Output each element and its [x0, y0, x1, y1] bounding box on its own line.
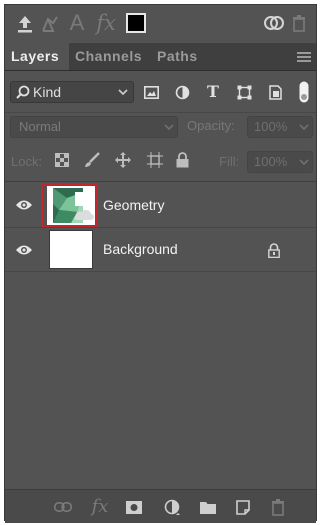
- tab-bar: Layers Channels Paths: [5, 43, 316, 71]
- color-swatch-icon[interactable]: [126, 13, 146, 33]
- layer-name-background[interactable]: Background: [103, 228, 178, 271]
- tab-paths[interactable]: Paths: [157, 43, 198, 70]
- lock-all-icon[interactable]: [173, 150, 191, 170]
- filter-row: Kind T: [5, 71, 316, 111]
- type-tool-icon[interactable]: A: [67, 10, 87, 35]
- blend-mode-value: Normal: [19, 119, 61, 134]
- divider: [5, 112, 316, 113]
- fill-field[interactable]: 100%: [247, 151, 313, 173]
- panel-menu-icon[interactable]: [297, 50, 311, 64]
- opacity-label: Opacity:: [187, 118, 235, 133]
- top-toolbar: A fx: [5, 5, 316, 43]
- upload-icon[interactable]: [15, 14, 35, 34]
- geometry-thumbnail-image: [47, 186, 94, 225]
- divider: [5, 181, 316, 182]
- smart-object-filter-icon[interactable]: [266, 83, 284, 101]
- filter-toggle-icon[interactable]: [297, 80, 311, 104]
- blend-mode-select[interactable]: Normal: [10, 116, 178, 138]
- chevron-down-icon: [298, 156, 310, 168]
- fill-value: 100%: [254, 154, 288, 169]
- fx-icon[interactable]: fx: [93, 10, 119, 36]
- lock-icon[interactable]: [267, 241, 281, 259]
- adjustment-filter-icon[interactable]: [173, 83, 191, 101]
- divider: [5, 271, 316, 272]
- eye-icon[interactable]: [14, 197, 34, 213]
- fill-label: Fill:: [219, 154, 240, 169]
- search-icon: [16, 85, 30, 99]
- tab-layers[interactable]: Layers: [5, 43, 69, 70]
- adjustment-layer-icon[interactable]: [162, 497, 182, 517]
- fx-icon[interactable]: fx: [89, 495, 111, 517]
- lock-position-icon[interactable]: [113, 150, 133, 170]
- lock-artboard-icon[interactable]: [145, 150, 165, 170]
- lock-transparent-pixels-icon[interactable]: [53, 151, 71, 169]
- kind-label: Kind: [33, 84, 62, 100]
- lock-label: Lock:: [11, 154, 43, 169]
- type-filter-icon[interactable]: T: [204, 81, 222, 101]
- layer-row-background[interactable]: Background: [5, 228, 316, 271]
- add-mask-icon[interactable]: [124, 498, 144, 516]
- layer-row-geometry[interactable]: Geometry: [5, 183, 316, 228]
- opacity-field[interactable]: 100%: [247, 116, 313, 138]
- chevron-down-icon: [298, 121, 310, 133]
- folder-icon[interactable]: [198, 498, 218, 516]
- link-icon[interactable]: [53, 498, 73, 516]
- layer-thumbnail[interactable]: [47, 186, 95, 225]
- chevron-down-icon: [117, 86, 129, 98]
- eye-icon[interactable]: [14, 242, 34, 258]
- trash-icon[interactable]: [291, 13, 307, 33]
- layer-name-geometry[interactable]: Geometry: [103, 184, 164, 227]
- kind-filter-select[interactable]: Kind: [10, 81, 134, 103]
- lock-image-pixels-icon[interactable]: [83, 150, 101, 170]
- new-layer-icon[interactable]: [233, 498, 253, 516]
- opacity-value: 100%: [254, 119, 288, 134]
- tab-channels[interactable]: Channels: [75, 43, 142, 70]
- pen-icon[interactable]: [40, 14, 62, 34]
- chevron-down-icon: [163, 121, 175, 133]
- layer-thumbnail[interactable]: [49, 230, 93, 269]
- link-layers-icon[interactable]: [263, 13, 285, 33]
- layers-panel: A fx Layers Channels Paths Kind T Normal…: [4, 4, 317, 523]
- trash-icon[interactable]: [269, 497, 287, 517]
- image-filter-icon[interactable]: [142, 83, 160, 101]
- panel-footer: fx: [5, 489, 316, 523]
- shape-filter-icon[interactable]: [235, 83, 253, 101]
